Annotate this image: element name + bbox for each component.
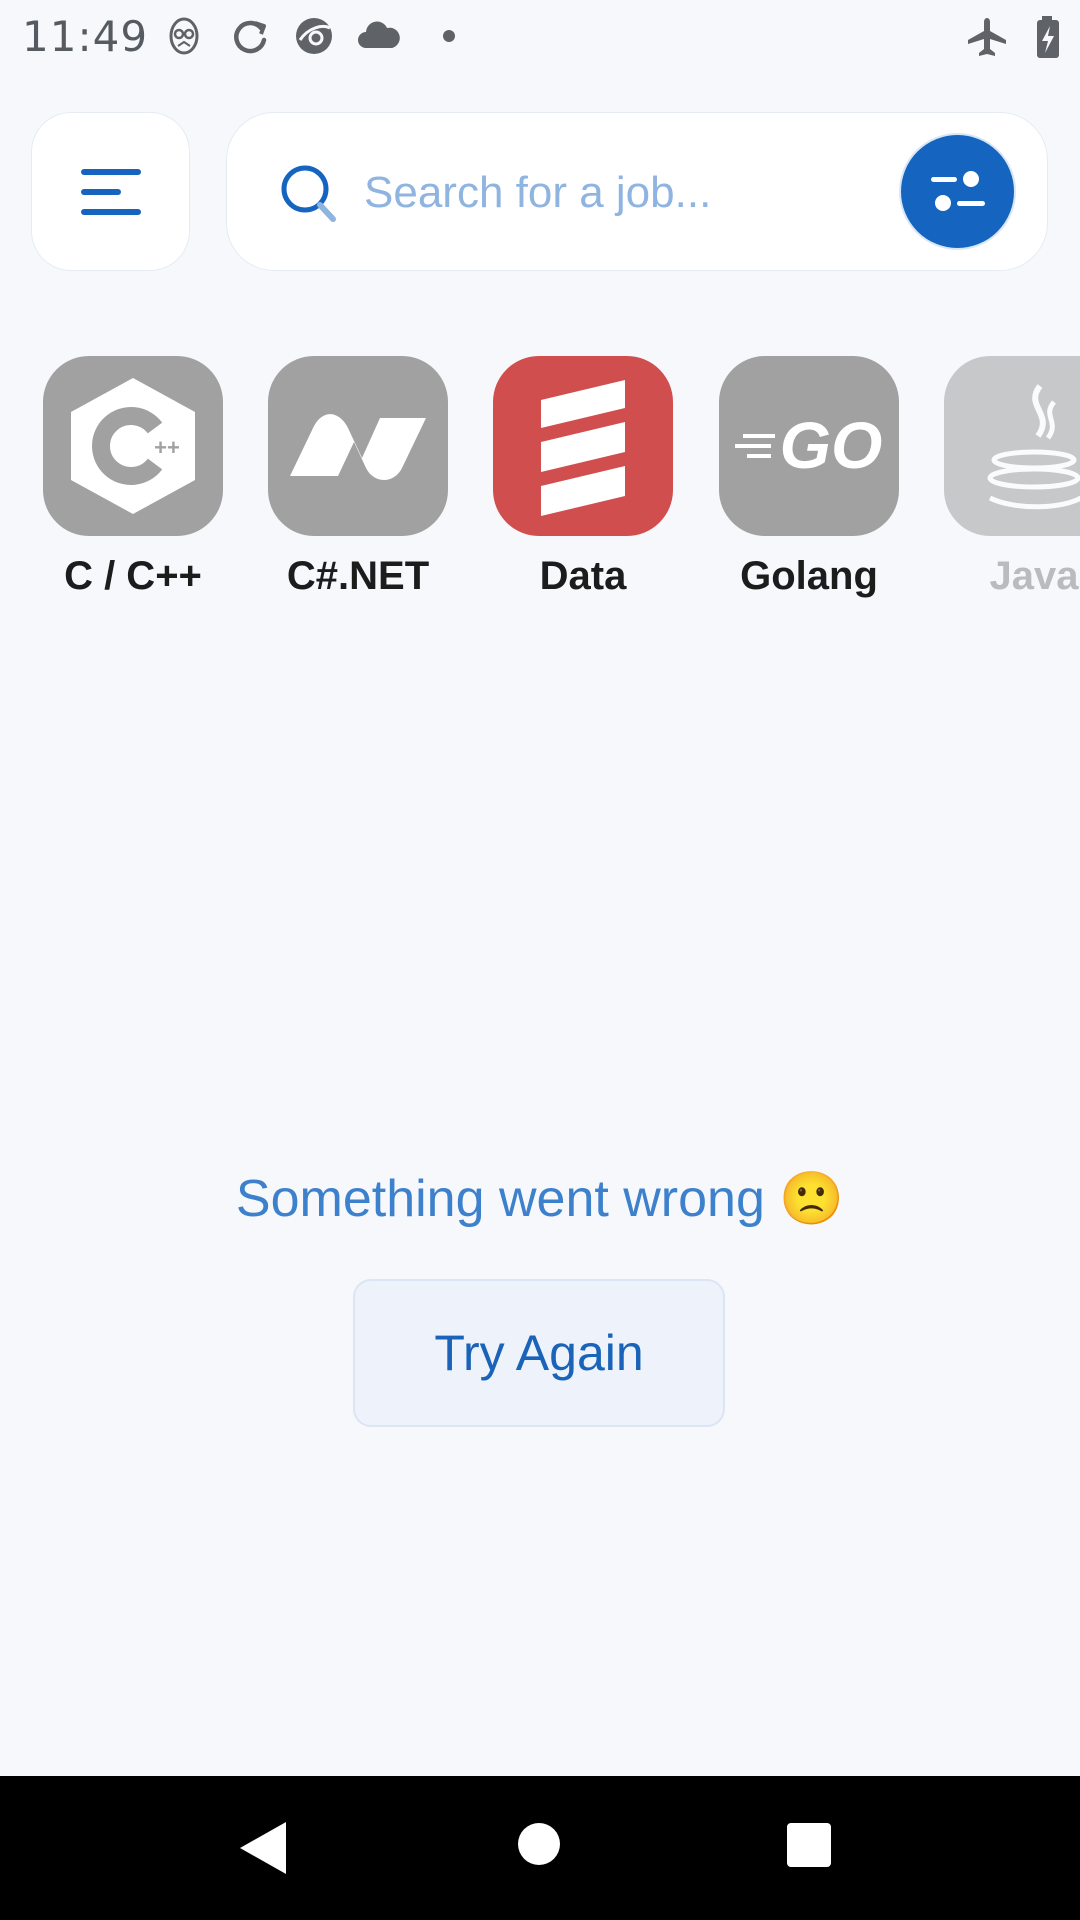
category-label: C / C++ bbox=[64, 554, 202, 598]
category-java[interactable]: Java bbox=[943, 356, 1080, 599]
category-label: C#.NET bbox=[286, 554, 430, 598]
category-tile[interactable] bbox=[944, 356, 1080, 536]
category-list[interactable]: ++ C / C++ C#.NET Data GO Golang Java bbox=[0, 356, 1080, 606]
category-data[interactable]: Data bbox=[492, 356, 674, 599]
category-tile[interactable]: ++ bbox=[43, 356, 223, 536]
dot-icon bbox=[443, 30, 455, 42]
category-dotnet[interactable]: C#.NET bbox=[267, 356, 449, 599]
cloud-icon bbox=[358, 21, 400, 48]
airplane-mode-icon bbox=[968, 18, 1006, 56]
recents-icon[interactable] bbox=[786, 1822, 832, 1868]
category-tile[interactable] bbox=[268, 356, 448, 536]
filter-button[interactable] bbox=[899, 133, 1016, 250]
svg-text:GO: GO bbox=[780, 408, 883, 482]
home-icon[interactable] bbox=[517, 1822, 561, 1866]
search-icon bbox=[281, 165, 336, 222]
category-cpp[interactable]: ++ C / C++ bbox=[42, 356, 224, 599]
menu-icon bbox=[81, 169, 141, 215]
go-icon: GO bbox=[735, 408, 883, 482]
category-label: Java bbox=[989, 554, 1079, 598]
error-message: Something went wrong 🙁 bbox=[235, 1170, 845, 1228]
sync-icon bbox=[234, 20, 267, 54]
owl-icon bbox=[169, 17, 199, 55]
category-label: Data bbox=[539, 554, 627, 598]
search-bar[interactable] bbox=[226, 112, 1048, 271]
dotnet-icon bbox=[290, 414, 426, 480]
java-icon bbox=[987, 384, 1080, 510]
back-icon[interactable] bbox=[236, 1820, 290, 1876]
category-golang[interactable]: GO Golang bbox=[718, 356, 900, 599]
cpp-icon: ++ bbox=[71, 378, 195, 514]
menu-button[interactable] bbox=[31, 112, 190, 271]
category-tile[interactable] bbox=[493, 356, 673, 536]
status-bar: 11:49 bbox=[0, 0, 1080, 72]
category-label: Golang bbox=[740, 554, 878, 598]
scala-icon bbox=[541, 380, 625, 516]
status-time: 11:49 bbox=[22, 12, 149, 61]
filter-icon bbox=[931, 171, 985, 211]
search-input[interactable] bbox=[362, 157, 886, 229]
browser-icon bbox=[296, 18, 332, 54]
category-tile[interactable]: GO bbox=[719, 356, 899, 536]
svg-text:++: ++ bbox=[154, 435, 180, 460]
navigation-bar bbox=[0, 1776, 1080, 1920]
try-again-button[interactable]: Try Again bbox=[353, 1279, 725, 1427]
battery-charging-icon bbox=[1037, 16, 1059, 58]
